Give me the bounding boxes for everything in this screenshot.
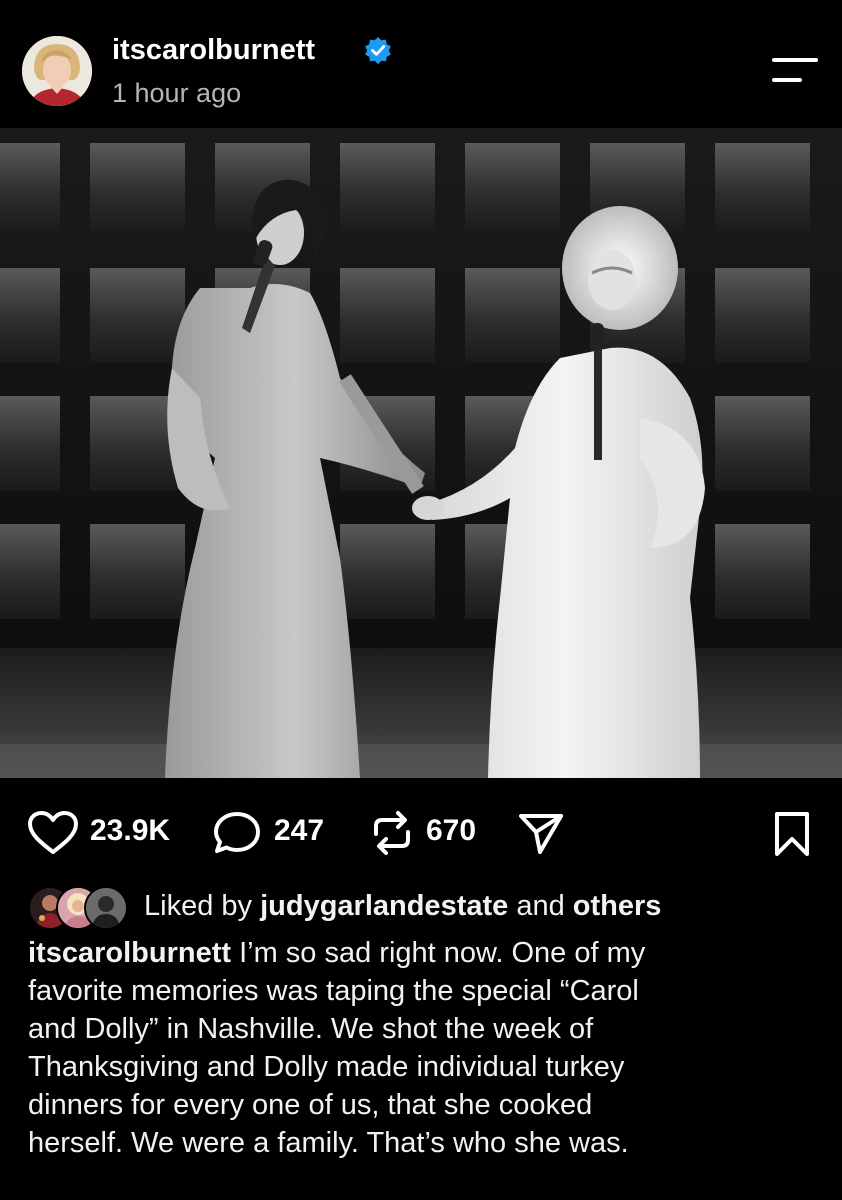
caption-line: and Dolly” in Nashville. We shot the wee… bbox=[28, 1013, 594, 1045]
caption-line: dinners for every one of us, that she co… bbox=[28, 1089, 593, 1121]
post-timestamp: 1 hour ago bbox=[112, 78, 242, 108]
avatar[interactable] bbox=[22, 36, 92, 106]
caption-line: favorite memories was taping the special… bbox=[28, 975, 639, 1007]
heart-icon[interactable] bbox=[26, 810, 80, 856]
liked-by-text: Liked by judygarlandestate and others bbox=[144, 890, 661, 923]
post-image[interactable] bbox=[0, 128, 842, 778]
caption-line: herself. We were a family. That’s who sh… bbox=[28, 1127, 629, 1159]
liked-by-prefix: Liked by bbox=[144, 890, 253, 922]
liked-by-others[interactable]: others bbox=[573, 890, 662, 922]
comment-icon[interactable] bbox=[212, 810, 262, 856]
caption-line: Thanksgiving and Dolly made individual t… bbox=[28, 1051, 625, 1083]
caption-line: itscarolburnett I’m so sad right now. On… bbox=[28, 934, 818, 972]
caption-text: I’m so sad right now. One of my bbox=[231, 937, 646, 969]
menu-icon[interactable] bbox=[772, 54, 820, 88]
liked-by-user[interactable]: judygarlandestate bbox=[260, 890, 508, 922]
bookmark-icon[interactable] bbox=[772, 810, 812, 858]
liked-by-connector: and bbox=[516, 890, 565, 922]
caption-username[interactable]: itscarolburnett bbox=[28, 937, 231, 969]
username[interactable]: itscarolburnett bbox=[112, 34, 315, 67]
post-header: itscarolburnett 1 hour ago bbox=[0, 0, 842, 128]
comments-count[interactable]: 247 bbox=[274, 814, 324, 848]
reposts-count[interactable]: 670 bbox=[426, 814, 476, 848]
action-bar: 23.9K 247 670 bbox=[0, 800, 842, 864]
liker-avatar bbox=[84, 886, 128, 930]
verified-badge-icon bbox=[365, 37, 391, 64]
post-caption: itscarolburnett I’m so sad right now. On… bbox=[28, 934, 818, 1162]
send-icon[interactable] bbox=[516, 810, 566, 856]
repost-icon[interactable] bbox=[368, 810, 416, 856]
liked-by-row[interactable]: Liked by judygarlandestate and others bbox=[28, 884, 828, 934]
likes-count[interactable]: 23.9K bbox=[90, 814, 170, 848]
